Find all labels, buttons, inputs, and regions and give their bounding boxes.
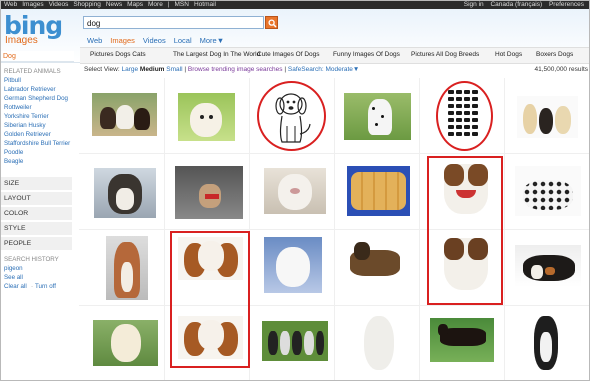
top-link-more[interactable]: More bbox=[148, 1, 163, 8]
image-thumbnail-doberman[interactable] bbox=[430, 318, 494, 362]
top-link-images[interactable]: Images bbox=[22, 1, 43, 8]
history-item[interactable]: pigeon bbox=[4, 265, 23, 272]
browse-trending-link[interactable]: Browse trending image searches bbox=[188, 66, 283, 73]
grid-divider bbox=[79, 153, 590, 154]
top-navigation-bar: Web Images Videos Shopping News Maps More | MSN H… bbox=[0, 0, 590, 9]
image-thumbnail-dalmatian-puppies[interactable] bbox=[515, 166, 581, 216]
tab-videos[interactable]: Videos bbox=[143, 36, 166, 45]
preferences-link[interactable]: Preferences bbox=[549, 1, 584, 8]
related-animal-link[interactable]: Staffordshire Bull Terrier bbox=[4, 140, 70, 147]
turn-off-link[interactable]: Turn off bbox=[35, 283, 56, 290]
tab-local[interactable]: Local bbox=[174, 36, 192, 45]
top-link-maps[interactable]: Maps bbox=[127, 1, 143, 8]
image-thumbnail-fluffy-dog[interactable] bbox=[264, 168, 326, 214]
grid-divider bbox=[79, 229, 590, 230]
results-count: 41,500,000 results bbox=[534, 66, 588, 73]
top-link-videos[interactable]: Videos bbox=[49, 1, 69, 8]
facet-color[interactable]: COLOR bbox=[0, 207, 72, 221]
related-search-item[interactable]: Pictures Dogs Cats bbox=[90, 50, 146, 60]
options-separator: | bbox=[184, 66, 187, 73]
image-thumbnail-german-shepherd[interactable] bbox=[346, 236, 408, 292]
image-thumbnail-white-puppy[interactable] bbox=[178, 93, 235, 141]
image-thumbnail-border-collie[interactable] bbox=[526, 312, 566, 374]
red-rectangle-annotation bbox=[170, 231, 250, 368]
image-thumbnail-golden-puppies[interactable] bbox=[347, 166, 410, 216]
current-query-label: Dog bbox=[0, 51, 74, 62]
view-small-link[interactable]: Small bbox=[166, 66, 182, 73]
red-rectangle-annotation bbox=[427, 156, 503, 305]
image-thumbnail-white-poodle[interactable] bbox=[356, 310, 402, 374]
top-account-links: Sign in Canada (français) Preferences bbox=[464, 0, 584, 9]
related-animals-heading: RELATED ANIMALS bbox=[4, 68, 61, 75]
image-thumbnail-puppy-floor[interactable] bbox=[175, 166, 243, 219]
image-thumbnail-spitz[interactable] bbox=[264, 237, 322, 293]
image-thumbnail-bernese[interactable] bbox=[515, 245, 581, 287]
facet-layout[interactable]: LAYOUT bbox=[0, 192, 72, 206]
images-section-title: Images bbox=[5, 35, 38, 46]
top-link-web[interactable]: Web bbox=[4, 1, 17, 8]
related-animal-link[interactable]: Beagle bbox=[4, 158, 23, 165]
clear-all-link[interactable]: Clear all bbox=[4, 283, 27, 290]
region-link[interactable]: Canada (français) bbox=[490, 1, 542, 8]
related-searches-bar: Pictures Dogs Cats The Largest Dog In Th… bbox=[80, 47, 590, 64]
top-links: Web Images Videos Shopping News Maps More | MSN H… bbox=[4, 0, 221, 9]
related-animal-link[interactable]: Pitbull bbox=[4, 77, 21, 84]
see-all-link[interactable]: See all bbox=[4, 274, 23, 281]
related-search-item[interactable]: Pictures All Dog Breeds bbox=[411, 50, 479, 60]
safesearch-dropdown[interactable]: SafeSearch: Moderate▼ bbox=[288, 66, 359, 73]
grid-divider bbox=[79, 305, 590, 306]
related-animal-link[interactable]: German Shepherd Dog bbox=[4, 95, 68, 102]
search-button[interactable] bbox=[265, 16, 278, 29]
related-animal-link[interactable]: Yorkshire Terrier bbox=[4, 113, 49, 120]
left-sidebar: RELATED ANIMALS Pitbull Labrador Retriev… bbox=[0, 68, 74, 381]
image-thumbnail-dalmatian[interactable] bbox=[344, 93, 411, 140]
image-thumbnail-boxer[interactable] bbox=[106, 236, 148, 300]
related-animal-link[interactable]: Poodle bbox=[4, 149, 23, 156]
facet-size[interactable]: SIZE bbox=[0, 177, 72, 191]
top-link-shopping[interactable]: Shopping bbox=[73, 1, 100, 8]
related-search-item[interactable]: The Largest Dog In The World bbox=[173, 50, 260, 60]
related-search-item[interactable]: Hot Dogs bbox=[495, 50, 522, 60]
red-circle-annotation bbox=[257, 81, 326, 151]
tab-more[interactable]: More▼ bbox=[200, 36, 225, 45]
top-separator: | bbox=[167, 1, 170, 8]
options-separator: | bbox=[284, 66, 287, 73]
top-link-hotmail[interactable]: Hotmail bbox=[194, 1, 216, 8]
vertical-tabs: Web Images Videos Local More▼ bbox=[87, 36, 232, 45]
facet-people[interactable]: PEOPLE bbox=[0, 237, 72, 251]
related-animal-link[interactable]: Rottweiler bbox=[4, 104, 32, 111]
related-animal-link[interactable]: Siberian Husky bbox=[4, 122, 46, 129]
image-thumbnail-puppies-group[interactable] bbox=[92, 93, 157, 136]
related-search-item[interactable]: Boxers Dogs bbox=[536, 50, 573, 60]
image-thumbnail-golden-puppy[interactable] bbox=[93, 320, 158, 366]
view-medium-selected: Medium bbox=[139, 66, 165, 73]
search-icon bbox=[268, 19, 277, 28]
image-thumbnail-husky[interactable] bbox=[94, 168, 156, 218]
view-options-bar: Select View: Large Medium Small | Browse… bbox=[84, 65, 590, 75]
image-thumbnail-puppy-row[interactable] bbox=[262, 321, 328, 361]
top-link-msn[interactable]: MSN bbox=[175, 1, 189, 8]
select-view-label: Select View: bbox=[84, 66, 120, 73]
search-input[interactable]: dog bbox=[83, 16, 264, 29]
tab-images[interactable]: Images bbox=[110, 36, 135, 45]
search-history-heading: SEARCH HISTORY bbox=[4, 256, 59, 263]
view-large-link[interactable]: Large bbox=[121, 66, 138, 73]
tab-web[interactable]: Web bbox=[87, 36, 102, 45]
top-link-news[interactable]: News bbox=[106, 1, 122, 8]
red-circle-annotation bbox=[436, 81, 493, 151]
facet-style[interactable]: STYLE bbox=[0, 222, 72, 236]
image-thumbnail-labrador-puppies[interactable] bbox=[517, 96, 578, 138]
related-animal-link[interactable]: Labrador Retriever bbox=[4, 86, 56, 93]
history-dot: · bbox=[31, 283, 34, 290]
sign-in-link[interactable]: Sign in bbox=[464, 1, 484, 8]
related-animal-link[interactable]: Golden Retriever bbox=[4, 131, 51, 138]
related-search-item[interactable]: Funny Images Of Dogs bbox=[333, 50, 400, 60]
related-search-item[interactable]: Cute Images Of Dogs bbox=[257, 50, 320, 60]
